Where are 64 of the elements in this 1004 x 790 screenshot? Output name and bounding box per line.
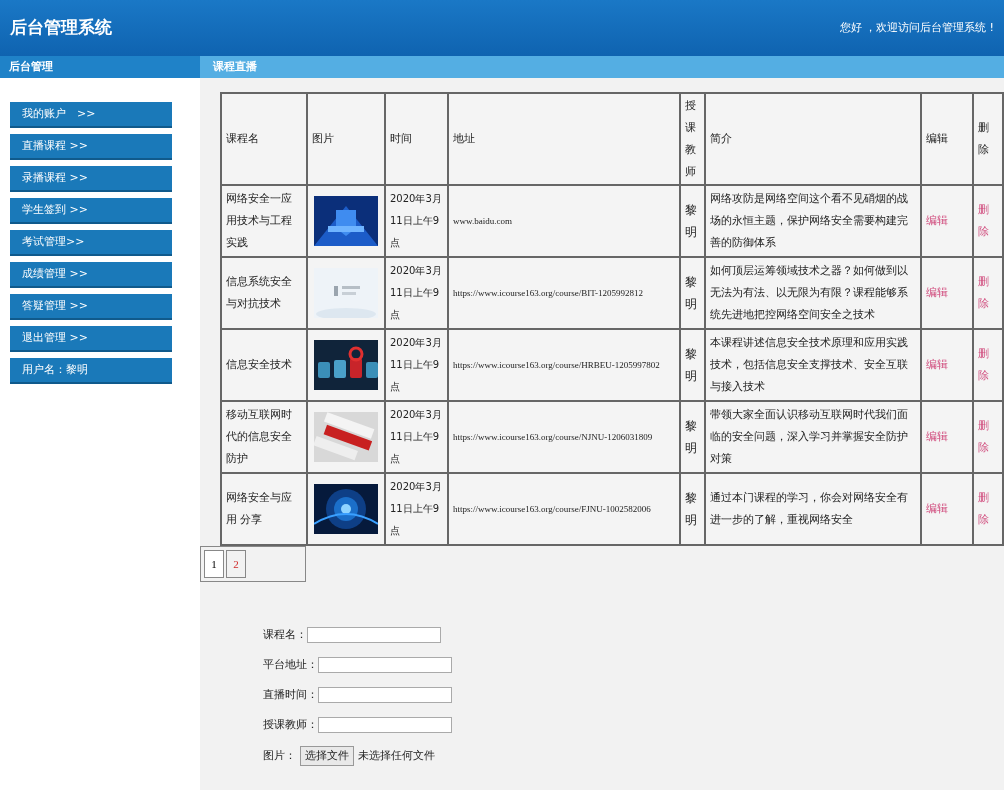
choose-file-button[interactable]: 选择文件: [300, 746, 354, 766]
sidebar-item[interactable]: 退出管理 >>: [10, 326, 172, 352]
column-header: 课程名: [221, 93, 307, 185]
table-cell: 黎明: [680, 185, 705, 257]
table-cell: 黎明: [680, 401, 705, 473]
column-header: 授课教师: [680, 93, 705, 185]
edit-link[interactable]: 编辑: [926, 429, 948, 443]
table-cell: https://www.icourse163.org/course/FJNU-1002582006: [448, 473, 680, 545]
sidebar-item[interactable]: 我的账户 >>: [10, 102, 172, 128]
table-cell: 信息系统安全与对抗技术: [221, 257, 307, 329]
column-header: 地址: [448, 93, 680, 185]
table-cell: 2020年3月11日上午9点: [385, 185, 448, 257]
field-label: 平台地址：: [263, 656, 318, 673]
app-title: 后台管理系统: [10, 16, 112, 40]
sidebar-item[interactable]: 用户名：黎明: [10, 358, 172, 384]
table-cell: 带领大家全面认识移动互联网时代我们面临的安全问题，深入学习并掌握安全防护对策: [705, 401, 921, 473]
table-cell: 2020年3月11日上午9点: [385, 401, 448, 473]
table-cell: www.baidu.com: [448, 185, 680, 257]
table-cell: 黎明: [680, 473, 705, 545]
edit-link[interactable]: 编辑: [926, 213, 948, 227]
greeting-text: 您好 ，欢迎访问后台管理系统 !: [839, 19, 994, 36]
input-field[interactable]: [307, 627, 441, 643]
table-cell: https://www.icourse163.org/course/HRBEU-1205997802: [448, 329, 680, 401]
table-cell: 2020年3月11日上午9点: [385, 257, 448, 329]
sidebar-item[interactable]: 考试管理>>: [10, 230, 172, 256]
table-cell: 如何顶层运筹领域技术之器？如何做到以无法为有法、以无限为有限？课程能够系统先进地把控网络空间安全之技术: [705, 257, 921, 329]
table-cell: 移动互联网时代的信息安全防护: [221, 401, 307, 473]
edit-link[interactable]: 编辑: [926, 357, 948, 371]
field-label: 直播时间：: [263, 686, 318, 703]
page-link[interactable]: 2: [226, 550, 246, 578]
table-cell: 信息安全技术: [221, 329, 307, 401]
sidebar-item[interactable]: 直播课程 >>: [10, 134, 172, 160]
table-cell: 网络安全与应用 分享: [221, 473, 307, 545]
sidebar-item[interactable]: 录播课程 >>: [10, 166, 172, 192]
table-cell: 本课程讲述信息安全技术原理和应用实践技术，包括信息安全支撑技术、安全互联与接入技术: [705, 329, 921, 401]
edit-link[interactable]: 编辑: [926, 501, 948, 515]
input-field[interactable]: [318, 657, 452, 673]
sidebar-item[interactable]: 答疑管理 >>: [10, 294, 172, 320]
column-header: 简介: [705, 93, 921, 185]
table-cell: https://www.icourse163.org/course/BIT-1205992812: [448, 257, 680, 329]
sidebar-title: 后台管理: [9, 58, 53, 75]
table-cell: 黎明: [680, 257, 705, 329]
table-cell: 黎明: [680, 329, 705, 401]
column-header: 删除: [973, 93, 1003, 185]
input-field[interactable]: [318, 717, 452, 733]
table-cell: https://www.icourse163.org/course/NJNU-1206031809: [448, 401, 680, 473]
column-header: 图片: [307, 93, 385, 185]
sidebar-item[interactable]: 学生签到 >>: [10, 198, 172, 224]
edit-link[interactable]: 编辑: [926, 285, 948, 299]
file-status: 未选择任何文件: [358, 747, 435, 764]
field-label: 图片：: [263, 747, 296, 764]
table-cell: 2020年3月11日上午9点: [385, 329, 448, 401]
field-label: 课程名：: [263, 626, 307, 643]
sidebar-item[interactable]: 成绩管理 >>: [10, 262, 172, 288]
table-cell: 2020年3月11日上午9点: [385, 473, 448, 545]
column-header: 编辑: [921, 93, 973, 185]
field-label: 授课教师：: [263, 716, 318, 733]
input-field[interactable]: [318, 687, 452, 703]
section-title: 课程直播: [213, 58, 257, 75]
table-cell: 网络安全一应用技术与工程实践: [221, 185, 307, 257]
page-link[interactable]: 1: [204, 550, 224, 578]
column-header: 时间: [385, 93, 448, 185]
table-cell: 网络攻防是网络空间这个看不见硝烟的战场的永恒主题，保护网络安全需要构建完善的防御体系: [705, 185, 921, 257]
table-cell: 通过本门课程的学习，你会对网络安全有进一步的了解，重视网络安全: [705, 473, 921, 545]
